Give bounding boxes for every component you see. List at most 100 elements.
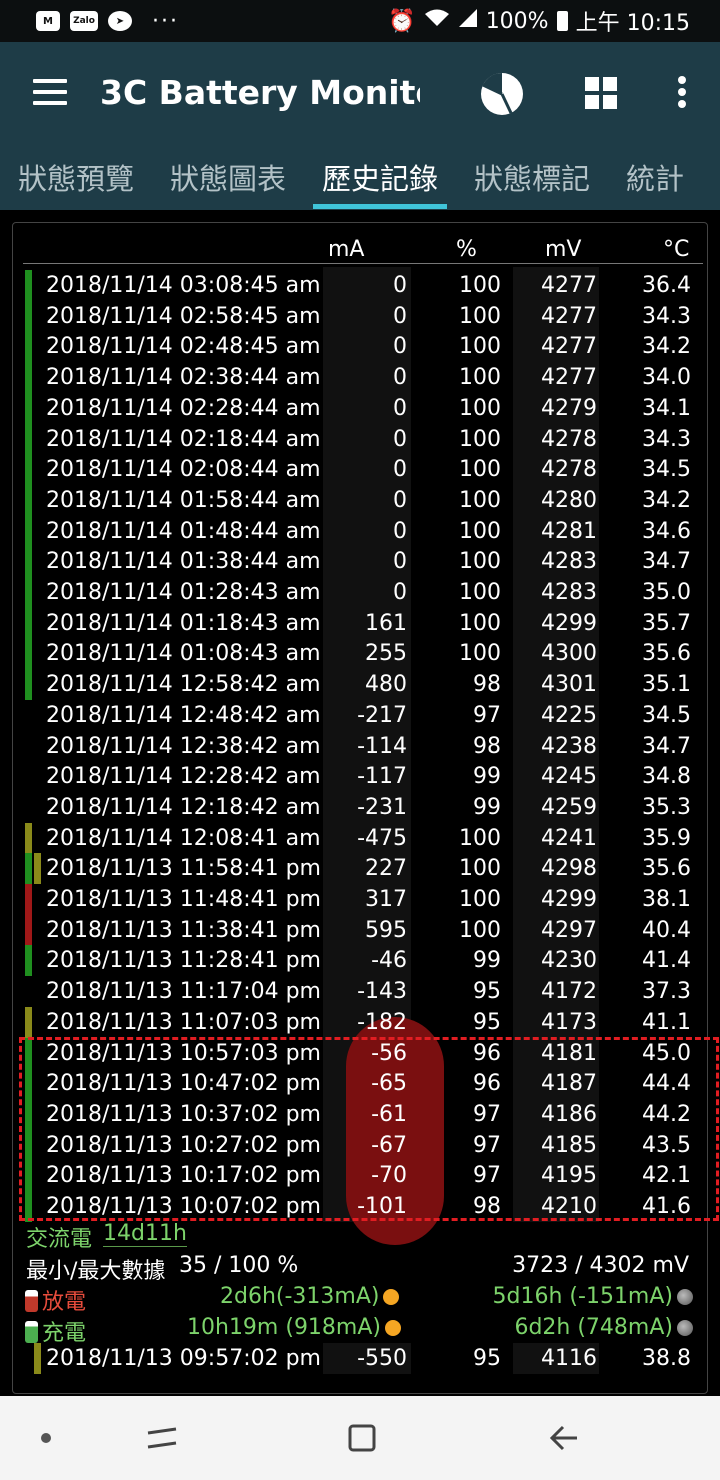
table-row[interactable]: 2018/11/14 01:18:43 am 161 100 4299 35.7 xyxy=(13,607,709,639)
row-datetime: 2018/11/14 02:48:45 am xyxy=(46,334,321,360)
table-row[interactable]: 2018/11/14 01:08:43 am 255 100 4300 35.6 xyxy=(13,638,709,670)
table-row[interactable]: 2018/11/13 11:38:41 pm 595 100 4297 40.4 xyxy=(13,914,709,946)
table-row[interactable]: 2018/11/13 11:58:41 pm 227 100 4298 35.6 xyxy=(13,853,709,885)
battery-charge-icon xyxy=(25,1321,38,1343)
row-voltage: 4277 xyxy=(541,334,597,360)
row-temperature: 34.0 xyxy=(642,365,691,391)
table-row[interactable]: 2018/11/13 11:17:04 pm -143 95 4172 37.3 xyxy=(13,976,709,1007)
charge-right: 6d2h (748mA) xyxy=(514,1315,693,1340)
table-row[interactable]: 2018/11/13 11:07:03 pm -182 95 4173 41.1 xyxy=(13,1006,709,1038)
table-row[interactable]: 2018/11/14 12:08:41 am -475 100 4241 35.9 xyxy=(13,822,709,854)
row-voltage: 4238 xyxy=(541,733,597,759)
discharge-row: 放電 xyxy=(25,1284,86,1316)
row-datetime: 2018/11/14 01:58:44 am xyxy=(46,487,321,513)
table-row[interactable]: 2018/11/14 02:28:44 am 0 100 4279 34.1 xyxy=(13,392,709,424)
row-percent: 100 xyxy=(459,365,501,391)
table-row[interactable]: 2018/11/14 01:58:44 am 0 100 4280 34.2 xyxy=(13,484,709,516)
row-voltage: 4241 xyxy=(541,825,597,851)
pie-chart-button[interactable] xyxy=(476,68,528,120)
discharge-left-value: 2d6h(-313mA) xyxy=(220,1284,380,1309)
table-row[interactable]: 2018/11/14 12:18:42 am -231 99 4259 35.3 xyxy=(13,792,709,823)
table-row[interactable]: 2018/11/14 02:38:44 am 0 100 4277 34.0 xyxy=(13,362,709,394)
back-button[interactable] xyxy=(542,1418,586,1458)
row-current: -475 xyxy=(357,825,407,851)
table-row[interactable]: 2018/11/14 12:28:42 am -117 99 4245 34.8 xyxy=(13,761,709,792)
row-temperature: 34.3 xyxy=(642,303,691,329)
row-voltage: 4280 xyxy=(541,487,597,513)
row-temperature: 34.5 xyxy=(642,457,691,483)
row-datetime: 2018/11/14 02:08:44 am xyxy=(46,457,321,483)
row-temperature: 41.1 xyxy=(642,1009,691,1035)
row-indicator xyxy=(25,300,32,332)
row-current: -182 xyxy=(357,1009,407,1035)
table-row[interactable]: 2018/11/14 02:18:44 am 0 100 4278 34.3 xyxy=(13,423,709,455)
sun-icon xyxy=(383,1289,400,1305)
table-row[interactable]: 2018/11/14 02:58:45 am 0 100 4277 34.3 xyxy=(13,300,709,332)
table-row[interactable]: 2018/11/14 12:48:42 am -217 97 4225 34.5 xyxy=(13,700,709,731)
gmail-icon: M xyxy=(36,11,60,31)
table-row[interactable]: 2018/11/13 11:48:41 pm 317 100 4299 38.1 xyxy=(13,884,709,915)
row-current: 317 xyxy=(365,887,407,912)
app-title: 3C Battery Monito… xyxy=(100,72,420,112)
more-vert-icon xyxy=(678,76,686,108)
row-percent: 100 xyxy=(459,487,501,513)
recents-button[interactable] xyxy=(140,1418,184,1458)
table-row[interactable]: 2018/11/14 01:38:44 am 0 100 4283 34.7 xyxy=(13,546,709,578)
row-voltage: 4277 xyxy=(541,303,597,329)
row-indicator xyxy=(25,270,32,301)
dot-button[interactable] xyxy=(38,1430,54,1446)
row-current: -217 xyxy=(357,702,407,728)
row-current: 227 xyxy=(365,856,407,882)
row-datetime: 2018/11/14 02:58:45 am xyxy=(46,303,321,329)
navigation-bar xyxy=(0,1396,720,1480)
row-voltage: 4173 xyxy=(541,1009,597,1035)
row-voltage: 4259 xyxy=(541,794,597,820)
table-row[interactable]: 2018/11/13 11:28:41 pm -46 99 4230 41.4 xyxy=(13,945,709,977)
discharge-label: 放電 xyxy=(42,1290,87,1315)
moon-icon xyxy=(677,1289,693,1305)
row-datetime: 2018/11/13 11:07:03 pm xyxy=(46,1009,321,1035)
home-button[interactable] xyxy=(340,1418,384,1458)
status-bar: M Zalo ➤ ··· ⏰ 100% 上午 10:15 xyxy=(0,0,720,42)
more-options-button[interactable] xyxy=(662,70,702,114)
row-datetime: 2018/11/13 11:38:41 pm xyxy=(46,917,321,943)
table-row[interactable]: 2018/11/14 02:08:44 am 0 100 4278 34.5 xyxy=(13,454,709,486)
table-row[interactable]: 2018/11/14 12:58:42 am 480 98 4301 35.1 xyxy=(13,669,709,701)
row-percent: 100 xyxy=(459,518,501,544)
row-current: -231 xyxy=(357,794,407,820)
tab-status-chart[interactable]: 狀態圖表 xyxy=(170,156,286,198)
row-datetime: 2018/11/14 12:28:42 am xyxy=(46,764,321,790)
charge-left-value: 10h19m (918mA) xyxy=(187,1315,381,1340)
tab-history[interactable]: 歷史記錄 xyxy=(322,156,438,198)
header-mv: mV xyxy=(545,237,582,262)
row-indicator xyxy=(25,638,32,670)
row-current: 0 xyxy=(393,365,407,391)
table-row[interactable]: 2018/11/14 03:08:45 am 0 100 4277 36.4 xyxy=(13,270,709,301)
table-row[interactable]: 2018/11/14 01:48:44 am 0 100 4281 34.6 xyxy=(13,515,709,547)
table-row[interactable]: 2018/11/14 02:48:45 am 0 100 4277 34.2 xyxy=(13,331,709,363)
row-voltage: 4283 xyxy=(541,580,597,605)
row-datetime: 2018/11/13 11:17:04 pm xyxy=(46,979,321,1005)
header-temp: °C xyxy=(663,237,690,262)
table-row[interactable]: 2018/11/14 12:38:42 am -114 98 4238 34.7 xyxy=(13,731,709,762)
row-temperature: 38.8 xyxy=(642,1346,691,1371)
table-row[interactable]: 2018/11/13 09:57:02 pm -550 95 4116 38.8 xyxy=(13,1343,709,1374)
tab-status-marks[interactable]: 狀態標記 xyxy=(474,156,590,198)
row-indicator xyxy=(25,331,32,363)
table-row[interactable]: 2018/11/14 01:28:43 am 0 100 4283 35.0 xyxy=(13,577,709,608)
tab-statistics[interactable]: 統計 xyxy=(626,156,684,198)
row-current: -114 xyxy=(357,733,407,759)
menu-button[interactable] xyxy=(0,42,100,142)
tab-status-overview[interactable]: 狀態預覽 xyxy=(18,156,134,198)
row-datetime: 2018/11/14 01:38:44 am xyxy=(46,549,321,575)
row-datetime: 2018/11/13 11:58:41 pm xyxy=(46,856,321,882)
row-temperature: 35.0 xyxy=(642,580,691,605)
discharge-left: 2d6h(-313mA) xyxy=(220,1284,400,1309)
row-voltage: 4299 xyxy=(541,610,597,636)
row-temperature: 35.9 xyxy=(642,825,691,851)
row-current: 0 xyxy=(393,303,407,329)
row-indicator xyxy=(25,884,32,915)
grid-button[interactable] xyxy=(582,74,620,112)
battery-discharge-icon xyxy=(25,1290,38,1312)
row-current: 0 xyxy=(393,457,407,483)
